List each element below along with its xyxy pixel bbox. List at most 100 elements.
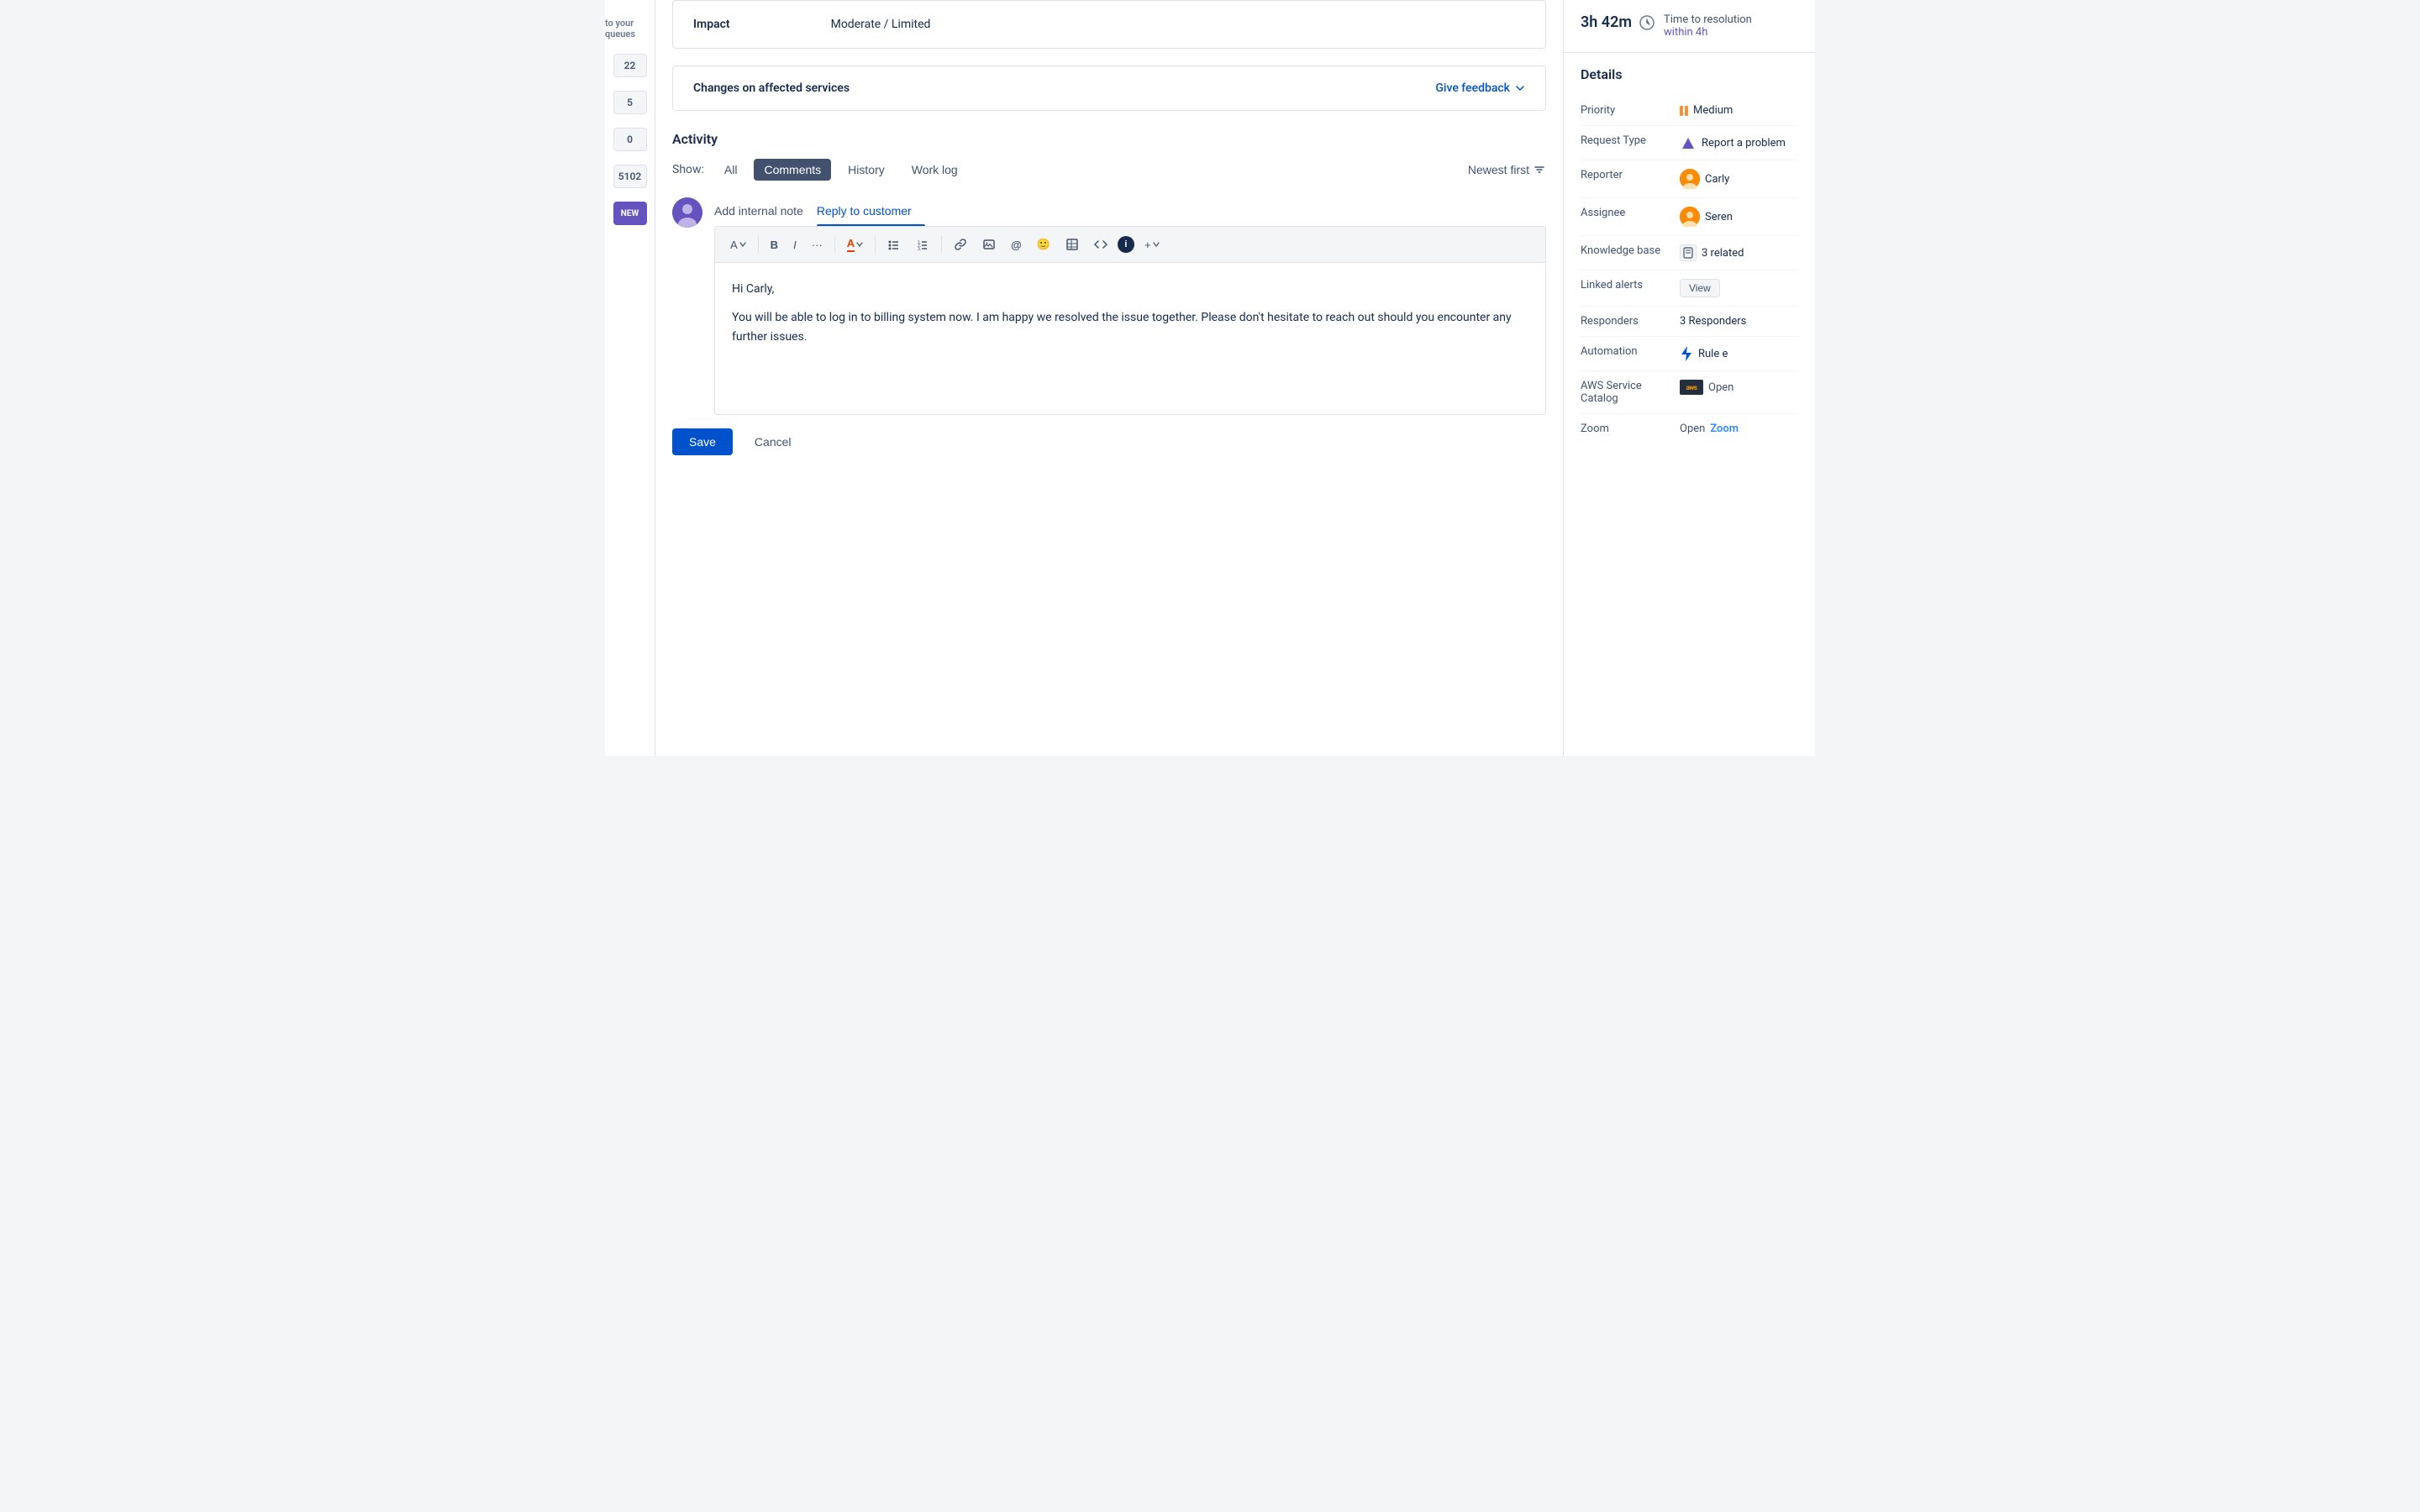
responders-val: 3 Responders	[1680, 315, 1798, 328]
zoom-val: Open Zoom	[1680, 423, 1798, 435]
link-icon	[954, 238, 967, 251]
toolbar-divider-1	[758, 236, 759, 253]
sidebar-badge-5[interactable]: 5	[613, 91, 647, 114]
automation-key: Automation	[1581, 345, 1673, 358]
reporter-avatar-image	[1680, 169, 1700, 189]
detail-row-aws: AWS Service Catalog aws Open	[1581, 371, 1798, 414]
sort-button[interactable]: Newest first	[1468, 163, 1546, 176]
toolbar-bold[interactable]: B	[765, 235, 783, 255]
tab-add-internal-note[interactable]: Add internal note	[714, 197, 817, 226]
request-type-icon	[1680, 134, 1697, 151]
feedback-section: Changes on affected services Give feedba…	[672, 66, 1546, 111]
resolution-card: 3h 42m Time to resolution within 4h	[1564, 0, 1815, 53]
toolbar-font-size[interactable]: A	[725, 235, 751, 255]
filter-worklog[interactable]: Work log	[902, 159, 968, 181]
action-buttons: Save Cancel	[672, 428, 1546, 455]
linked-alerts-key: Linked alerts	[1581, 279, 1673, 291]
view-button[interactable]: View	[1680, 279, 1720, 297]
show-label: Show:	[672, 163, 704, 176]
editor-body[interactable]: Hi Carly, You will be able to log in to …	[715, 263, 1545, 414]
toolbar-numbered-list[interactable]: 1.2.3.	[911, 234, 934, 255]
aws-icon: aws	[1680, 380, 1703, 395]
font-dropdown-icon	[739, 241, 746, 248]
impact-label: Impact	[693, 18, 730, 31]
toolbar-code[interactable]	[1089, 234, 1113, 255]
detail-row-linked-alerts: Linked alerts View	[1581, 270, 1798, 307]
filter-history[interactable]: History	[838, 159, 895, 181]
chevron-down-icon	[1515, 83, 1525, 93]
toolbar-image[interactable]	[977, 234, 1001, 255]
request-type-key: Request Type	[1581, 134, 1673, 147]
details-section: Details Priority Medium Request Type	[1564, 53, 1815, 457]
toolbar-mention[interactable]: @	[1006, 235, 1027, 255]
toolbar-divider-4	[941, 236, 942, 253]
reporter-avatar	[1680, 169, 1700, 189]
automation-val: Rule e	[1680, 345, 1798, 362]
filter-comments[interactable]: Comments	[754, 159, 831, 181]
triangle-icon	[1682, 138, 1694, 149]
impact-section: Impact Moderate / Limited	[672, 0, 1546, 49]
resolution-sublabel: within 4h	[1664, 26, 1752, 39]
tab-reply-to-customer[interactable]: Reply to customer	[817, 197, 925, 226]
table-icon	[1065, 238, 1079, 251]
sidebar-badge-0[interactable]: 0	[613, 128, 647, 151]
priority-val: Medium	[1680, 104, 1798, 117]
toolbar-link[interactable]	[949, 234, 972, 255]
svg-text:3.: 3.	[918, 247, 921, 251]
bullet-list-icon	[887, 238, 901, 251]
main-content: Impact Moderate / Limited Changes on aff…	[655, 0, 1563, 756]
numbered-list-icon: 1.2.3.	[916, 238, 929, 251]
filter-all[interactable]: All	[714, 159, 748, 181]
toolbar-table[interactable]	[1060, 234, 1084, 255]
zoom-brand: Zoom	[1710, 423, 1739, 435]
image-icon	[982, 238, 996, 251]
detail-row-assignee: Assignee Seren	[1581, 198, 1798, 236]
color-dropdown-icon	[856, 241, 863, 248]
sidebar-badge-new[interactable]: NEW	[613, 202, 647, 225]
linked-alerts-val: View	[1680, 279, 1798, 297]
left-sidebar: to your queues 22 5 0 5102 NEW	[605, 0, 655, 756]
toolbar-emoji[interactable]: 🙂	[1032, 234, 1055, 255]
toolbar-italic[interactable]: I	[788, 235, 802, 255]
sidebar-badge-5102[interactable]: 5102	[613, 165, 647, 188]
resolution-time: 3h 42m	[1581, 13, 1632, 31]
priority-bar-2	[1685, 106, 1688, 116]
knowledge-val: 3 related	[1680, 244, 1798, 261]
detail-row-zoom: Zoom Open Zoom	[1581, 414, 1798, 444]
toolbar-text-color[interactable]: A	[842, 234, 868, 255]
activity-title: Activity	[672, 131, 1546, 147]
toolbar-more-text[interactable]: ···	[807, 235, 828, 255]
comment-area: Add internal note Reply to customer A	[672, 197, 1546, 415]
assignee-avatar-image	[1680, 207, 1700, 227]
priority-bar-1	[1680, 106, 1683, 116]
cancel-button[interactable]: Cancel	[741, 428, 805, 455]
clock-icon	[1639, 14, 1655, 31]
zoom-key: Zoom	[1581, 423, 1673, 435]
detail-row-automation: Automation Rule e	[1581, 337, 1798, 371]
toolbar-info[interactable]: i	[1118, 236, 1134, 253]
priority-icon	[1680, 106, 1688, 116]
detail-row-reporter: Reporter Carly	[1581, 160, 1798, 198]
book-icon	[1682, 247, 1694, 259]
aws-key: AWS Service Catalog	[1581, 380, 1673, 405]
toolbar-bullet-list[interactable]	[882, 234, 906, 255]
zoom-open: Open	[1680, 423, 1705, 435]
avatar-image	[672, 197, 702, 228]
responders-key: Responders	[1581, 315, 1673, 328]
save-button[interactable]: Save	[672, 428, 733, 455]
assignee-val: Seren	[1680, 207, 1798, 227]
assignee-avatar	[1680, 207, 1700, 227]
feedback-title: Changes on affected services	[693, 81, 850, 95]
editor-line-2: You will be able to log in to billing sy…	[732, 308, 1528, 346]
sort-icon	[1533, 163, 1546, 176]
reporter-val: Carly	[1680, 169, 1798, 189]
priority-key: Priority	[1581, 104, 1673, 117]
comment-tabs-wrapper: Add internal note Reply to customer A	[714, 197, 1546, 415]
give-feedback-link[interactable]: Give feedback	[1435, 81, 1525, 95]
toolbar-more-options[interactable]: +	[1139, 235, 1165, 255]
detail-row-request-type: Request Type Report a problem	[1581, 126, 1798, 160]
assignee-key: Assignee	[1581, 207, 1673, 219]
sidebar-badge-22[interactable]: 22	[613, 54, 647, 77]
request-type-val: Report a problem	[1680, 134, 1798, 151]
more-options-icon	[1153, 241, 1160, 248]
